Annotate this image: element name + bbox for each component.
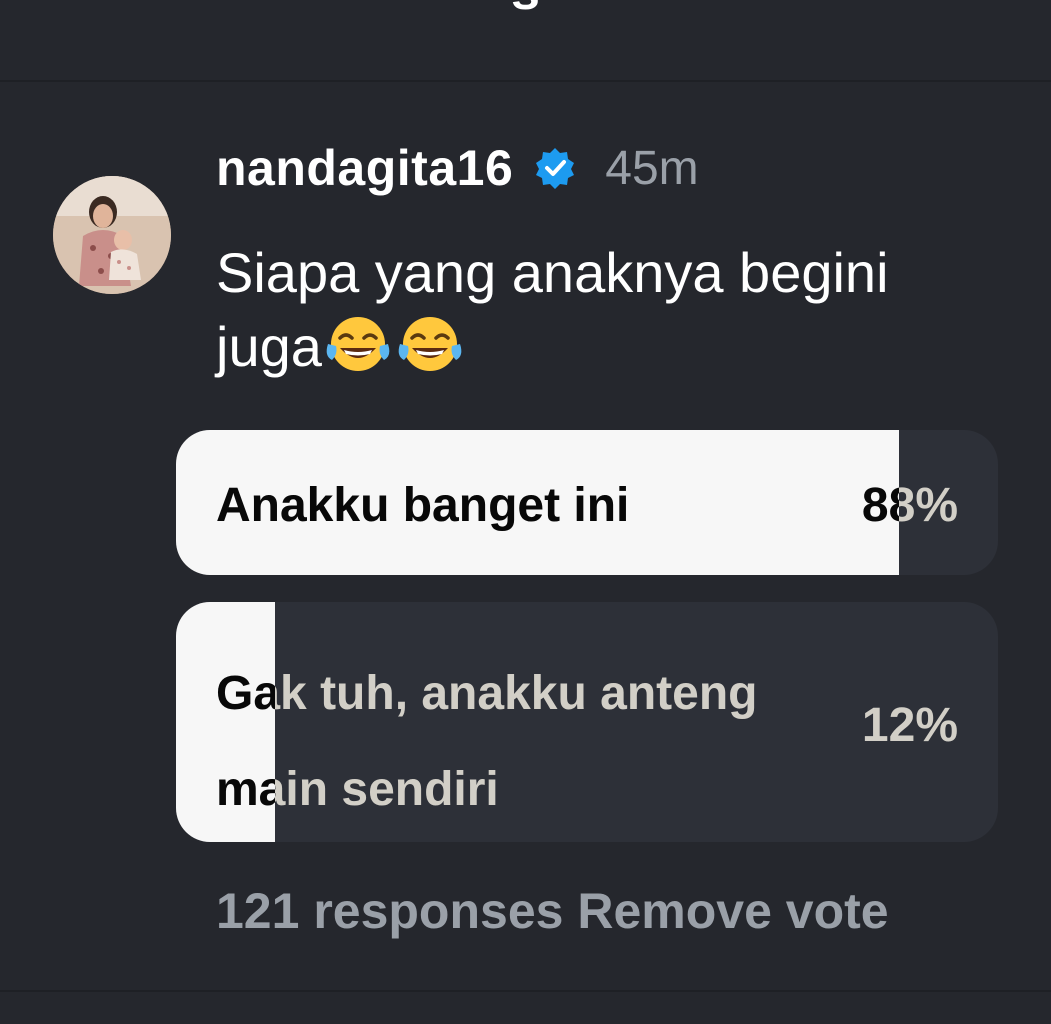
- poll-footer: 121 responses Remove vote: [216, 882, 889, 940]
- remove-vote-link[interactable]: Remove vote: [577, 883, 888, 939]
- poll-option-1-label: Anakku banget ini: [216, 479, 630, 532]
- response-count: 121 responses: [216, 883, 564, 939]
- verified-badge-icon: [533, 146, 577, 190]
- timestamp: 45m: [605, 141, 699, 195]
- divider: [0, 990, 1051, 992]
- avatar-photo: [53, 176, 171, 294]
- face-with-tears-of-joy-icon: [394, 314, 466, 374]
- header-partial-text: s: [0, 0, 1051, 22]
- face-with-tears-of-joy-icon: [322, 314, 394, 374]
- poll-option-2-percent: 12%: [861, 699, 958, 752]
- poll-option-1-percent: 88%: [861, 479, 958, 532]
- poll-option-2[interactable]: Gak tuh, anakku anteng main sendiri 12%: [176, 602, 998, 842]
- divider: [0, 80, 1051, 82]
- poll-option-1[interactable]: Anakku banget ini 88%: [176, 430, 998, 575]
- threads-post-view: s nandagita16 45m Siapa yang an: [0, 0, 1051, 1024]
- post-header: nandagita16 45m: [216, 136, 699, 200]
- post-text-body: Siapa yang anaknya begini juga: [216, 241, 889, 378]
- post-text: Siapa yang anaknya begini juga: [216, 236, 976, 384]
- avatar[interactable]: [53, 176, 171, 294]
- username[interactable]: nandagita16: [216, 139, 513, 197]
- poll-option-2-label: Gak tuh, anakku anteng main sendiri: [216, 667, 758, 816]
